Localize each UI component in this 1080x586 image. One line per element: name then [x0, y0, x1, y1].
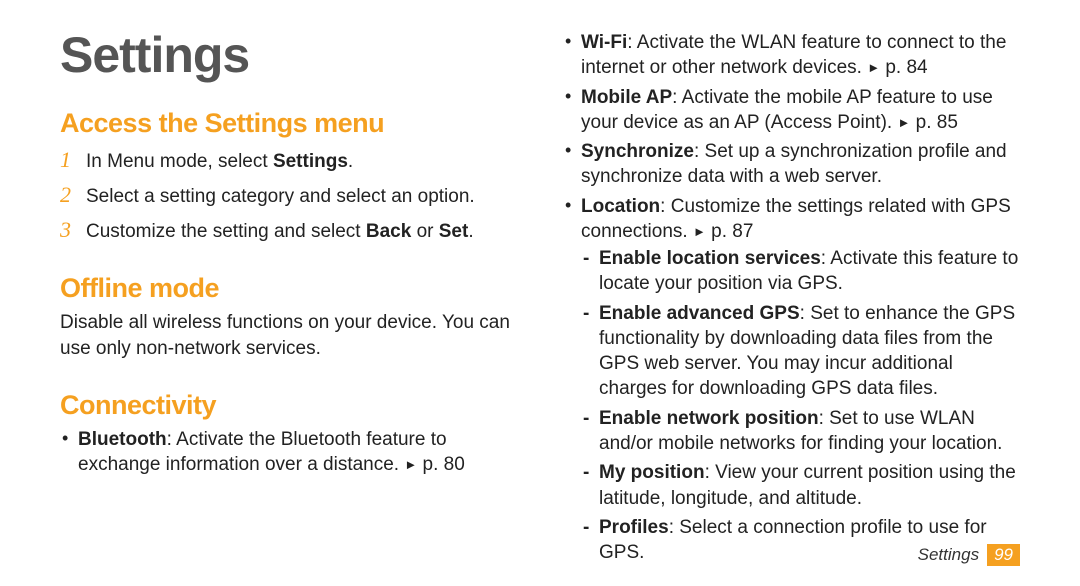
- label: Enable network position: [599, 408, 819, 429]
- step-text: Select a setting category and select an …: [86, 184, 517, 211]
- bold: Set: [439, 221, 469, 242]
- step-2: 2 Select a setting category and select a…: [60, 180, 517, 211]
- text: In Menu mode, select: [86, 151, 273, 172]
- item-bluetooth: Bluetooth: Activate the Bluetooth featur…: [60, 427, 517, 478]
- text: .: [468, 221, 473, 242]
- arrow-icon: ►: [867, 60, 880, 75]
- access-steps: 1 In Menu mode, select Settings. 2 Selec…: [60, 145, 517, 245]
- page-ref: p. 87: [711, 221, 753, 242]
- heading-access: Access the Settings menu: [60, 108, 517, 139]
- item-wifi: Wi-Fi: Activate the WLAN feature to conn…: [563, 30, 1020, 81]
- step-number: 1: [60, 145, 86, 176]
- step-1: 1 In Menu mode, select Settings.: [60, 145, 517, 176]
- text: : Activate the WLAN feature to connect t…: [581, 32, 1006, 78]
- text: or: [411, 221, 438, 242]
- step-3: 3 Customize the setting and select Back …: [60, 215, 517, 246]
- label: Mobile AP: [581, 87, 672, 108]
- page-ref: p. 85: [916, 112, 958, 133]
- footer-section-label: Settings: [918, 545, 979, 565]
- connectivity-list-right: Wi-Fi: Activate the WLAN feature to conn…: [563, 30, 1020, 565]
- label: My position: [599, 462, 705, 483]
- arrow-icon: ►: [897, 115, 910, 130]
- arrow-icon: ►: [404, 457, 417, 472]
- text: Customize the setting and select: [86, 221, 366, 242]
- step-text: Customize the setting and select Back or…: [86, 219, 517, 246]
- arrow-icon: ►: [693, 224, 706, 239]
- sub-advanced-gps: Enable advanced GPS: Set to enhance the …: [581, 301, 1020, 402]
- connectivity-list-left: Bluetooth: Activate the Bluetooth featur…: [60, 427, 517, 478]
- label: Profiles: [599, 517, 669, 538]
- page-columns: Settings Access the Settings menu 1 In M…: [60, 30, 1020, 569]
- step-text: In Menu mode, select Settings.: [86, 149, 517, 176]
- page-ref: p. 80: [423, 454, 465, 475]
- label: Synchronize: [581, 141, 694, 162]
- location-sublist: Enable location services: Activate this …: [581, 246, 1020, 565]
- step-number: 3: [60, 215, 86, 246]
- label: Wi-Fi: [581, 32, 627, 53]
- bold: Back: [366, 221, 411, 242]
- item-location: Location: Customize the settings related…: [563, 194, 1020, 566]
- page-number-badge: 99: [987, 544, 1020, 566]
- heading-connectivity: Connectivity: [60, 390, 517, 421]
- label: Location: [581, 196, 660, 217]
- page-ref: p. 84: [885, 57, 927, 78]
- item-mobile-ap: Mobile AP: Activate the mobile AP featur…: [563, 85, 1020, 136]
- item-synchronize: Synchronize: Set up a synchronization pr…: [563, 139, 1020, 190]
- label: Enable advanced GPS: [599, 303, 800, 324]
- left-column: Settings Access the Settings menu 1 In M…: [60, 30, 517, 569]
- label: Bluetooth: [78, 429, 167, 450]
- step-number: 2: [60, 180, 86, 211]
- label: Enable location services: [599, 248, 821, 269]
- sub-location-services: Enable location services: Activate this …: [581, 246, 1020, 297]
- heading-offline: Offline mode: [60, 273, 517, 304]
- sub-my-position: My position: View your current position …: [581, 460, 1020, 511]
- page-footer: Settings 99: [918, 544, 1020, 566]
- offline-body: Disable all wireless functions on your d…: [60, 310, 517, 361]
- right-column: Wi-Fi: Activate the WLAN feature to conn…: [563, 30, 1020, 569]
- text: .: [348, 151, 353, 172]
- bold: Settings: [273, 151, 348, 172]
- page-title: Settings: [60, 30, 517, 80]
- sub-network-position: Enable network position: Set to use WLAN…: [581, 406, 1020, 457]
